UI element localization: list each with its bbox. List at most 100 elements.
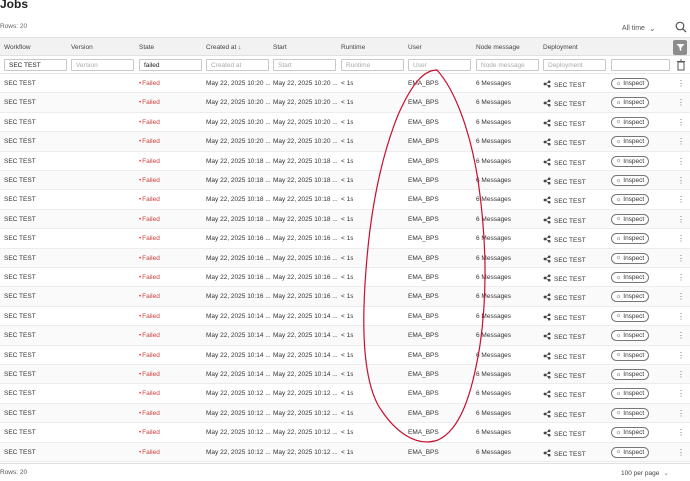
cell-deployment[interactable]: SEC TEST xyxy=(543,158,586,167)
more-vertical-icon[interactable]: ⋮ xyxy=(677,195,685,204)
inspect-button[interactable]: ☼ Inspect xyxy=(611,291,649,303)
trash-icon[interactable] xyxy=(676,59,686,71)
filter-version[interactable] xyxy=(71,59,134,71)
cell-node-message[interactable]: 6 Messages xyxy=(476,99,511,106)
cell-node-message[interactable]: 6 Messages xyxy=(476,80,511,87)
inspect-button[interactable]: ☼ Inspect xyxy=(611,233,649,245)
more-vertical-icon[interactable]: ⋮ xyxy=(677,292,685,301)
cell-deployment[interactable]: SEC TEST xyxy=(543,80,586,89)
inspect-button[interactable]: ☼ Inspect xyxy=(611,194,649,206)
inspect-button[interactable]: ☼ Inspect xyxy=(611,252,649,264)
cell-node-message[interactable]: 6 Messages xyxy=(476,177,511,184)
table-row[interactable]: SEC TEST •Failed May 22, 2025 10:18 ... May… xyxy=(0,171,690,191)
cell-node-message[interactable]: 6 Messages xyxy=(476,449,511,456)
cell-node-message[interactable]: 6 Messages xyxy=(476,216,511,223)
inspect-button[interactable]: ☼ Inspect xyxy=(611,446,649,458)
col-created-at[interactable]: Created at ↓ xyxy=(206,44,241,51)
inspect-button[interactable]: ☼ Inspect xyxy=(611,155,649,167)
inspect-button[interactable]: ☼ Inspect xyxy=(611,427,649,439)
cell-node-message[interactable]: 6 Messages xyxy=(476,196,511,203)
more-vertical-icon[interactable]: ⋮ xyxy=(677,215,685,224)
inspect-button[interactable]: ☼ Inspect xyxy=(611,136,649,148)
more-vertical-icon[interactable]: ⋮ xyxy=(677,234,685,243)
cell-node-message[interactable]: 6 Messages xyxy=(476,255,511,262)
cell-node-message[interactable]: 6 Messages xyxy=(476,410,511,417)
cell-node-message[interactable]: 6 Messages xyxy=(476,313,511,320)
cell-deployment[interactable]: SEC TEST xyxy=(543,274,586,283)
inspect-button[interactable]: ☼ Inspect xyxy=(611,175,649,186)
inspect-button[interactable]: ☼ Inspect xyxy=(611,97,649,109)
table-row[interactable]: SEC TEST •Failed May 22, 2025 10:16 ... May… xyxy=(0,287,690,307)
more-vertical-icon[interactable]: ⋮ xyxy=(677,409,685,418)
table-row[interactable]: SEC TEST •Failed May 22, 2025 10:14 ... May… xyxy=(0,326,690,346)
cell-deployment[interactable]: SEC TEST xyxy=(543,177,586,186)
cell-node-message[interactable]: 6 Messages xyxy=(476,352,511,359)
col-state[interactable]: State xyxy=(139,44,154,51)
table-row[interactable]: SEC TEST •Failed May 22, 2025 10:20 ... May… xyxy=(0,74,690,94)
table-row[interactable]: SEC TEST •Failed May 22, 2025 10:18 ... May… xyxy=(0,190,690,210)
inspect-button[interactable]: ☼ Inspect xyxy=(611,369,649,380)
cell-node-message[interactable]: 6 Messages xyxy=(476,390,511,397)
cell-deployment[interactable]: SEC TEST xyxy=(543,196,586,205)
more-vertical-icon[interactable]: ⋮ xyxy=(677,79,685,88)
table-row[interactable]: SEC TEST •Failed May 22, 2025 10:14 ... May… xyxy=(0,306,690,327)
cell-node-message[interactable]: 6 Messages xyxy=(476,371,511,378)
cell-deployment[interactable]: SEC TEST xyxy=(543,390,586,399)
more-vertical-icon[interactable]: ⋮ xyxy=(677,351,685,360)
col-user[interactable]: User xyxy=(408,44,422,51)
more-vertical-icon[interactable]: ⋮ xyxy=(677,137,685,146)
more-vertical-icon[interactable]: ⋮ xyxy=(677,254,685,263)
filter-runtime[interactable] xyxy=(341,59,404,71)
more-vertical-icon[interactable]: ⋮ xyxy=(677,118,685,127)
table-row[interactable]: SEC TEST •Failed May 22, 2025 10:20 ... May… xyxy=(0,93,690,113)
inspect-button[interactable]: ☼ Inspect xyxy=(611,388,649,400)
cell-deployment[interactable]: SEC TEST xyxy=(543,99,586,108)
cell-deployment[interactable]: SEC TEST xyxy=(543,313,586,322)
cell-node-message[interactable]: 6 Messages xyxy=(476,119,511,126)
col-deployment[interactable]: Deployment xyxy=(543,44,578,51)
table-row[interactable]: SEC TEST •Failed May 22, 2025 10:12 ... May… xyxy=(0,384,690,404)
inspect-button[interactable]: ☼ Inspect xyxy=(611,330,649,342)
col-workflow[interactable]: Workflow xyxy=(4,44,31,51)
cell-deployment[interactable]: SEC TEST xyxy=(543,216,586,225)
cell-node-message[interactable]: 6 Messages xyxy=(476,138,511,145)
inspect-button[interactable]: ☼ Inspect xyxy=(611,78,649,89)
filter-user[interactable] xyxy=(408,59,471,71)
filter-node-message[interactable] xyxy=(476,59,539,71)
filter-workflow[interactable] xyxy=(4,59,67,71)
col-node-message[interactable]: Node message xyxy=(476,44,520,51)
table-row[interactable]: SEC TEST •Failed May 22, 2025 10:18 ... May… xyxy=(0,151,690,171)
cell-deployment[interactable]: SEC TEST xyxy=(543,255,586,264)
table-row[interactable]: SEC TEST •Failed May 22, 2025 10:12 ... May… xyxy=(0,423,690,443)
col-version[interactable]: Version xyxy=(71,44,93,51)
inspect-button[interactable]: ☼ Inspect xyxy=(611,407,649,419)
per-page-select[interactable]: 100 per page ⌄ xyxy=(621,469,669,478)
more-vertical-icon[interactable]: ⋮ xyxy=(677,428,685,437)
cell-deployment[interactable]: SEC TEST xyxy=(543,235,586,244)
cell-deployment[interactable]: SEC TEST xyxy=(543,410,586,419)
inspect-button[interactable]: ☼ Inspect xyxy=(611,272,649,283)
more-vertical-icon[interactable]: ⋮ xyxy=(677,370,685,379)
cell-node-message[interactable]: 6 Messages xyxy=(476,429,511,436)
col-start[interactable]: Start xyxy=(273,44,287,51)
more-vertical-icon[interactable]: ⋮ xyxy=(677,448,685,457)
more-vertical-icon[interactable]: ⋮ xyxy=(677,312,685,321)
cell-deployment[interactable]: SEC TEST xyxy=(543,429,586,438)
filter-extra[interactable] xyxy=(611,59,670,71)
cell-deployment[interactable]: SEC TEST xyxy=(543,371,586,380)
filter-toggle-button[interactable] xyxy=(673,40,687,55)
more-vertical-icon[interactable]: ⋮ xyxy=(677,176,685,185)
cell-node-message[interactable]: 6 Messages xyxy=(476,293,511,300)
filter-state[interactable] xyxy=(139,59,202,71)
table-row[interactable]: SEC TEST •Failed May 22, 2025 10:12 ... May… xyxy=(0,403,690,424)
table-row[interactable]: SEC TEST •Failed May 22, 2025 10:16 ... May… xyxy=(0,268,690,288)
inspect-button[interactable]: ☼ Inspect xyxy=(611,349,649,361)
table-row[interactable]: SEC TEST •Failed May 22, 2025 10:14 ... May… xyxy=(0,365,690,385)
more-vertical-icon[interactable]: ⋮ xyxy=(677,331,685,340)
time-filter-dropdown[interactable]: All time ⌄ xyxy=(622,24,656,33)
cell-node-message[interactable]: 6 Messages xyxy=(476,332,511,339)
table-row[interactable]: SEC TEST •Failed May 22, 2025 10:14 ... May… xyxy=(0,345,690,365)
cell-node-message[interactable]: 6 Messages xyxy=(476,274,511,281)
col-runtime[interactable]: Runtime xyxy=(341,44,365,51)
cell-deployment[interactable]: SEC TEST xyxy=(543,332,586,341)
